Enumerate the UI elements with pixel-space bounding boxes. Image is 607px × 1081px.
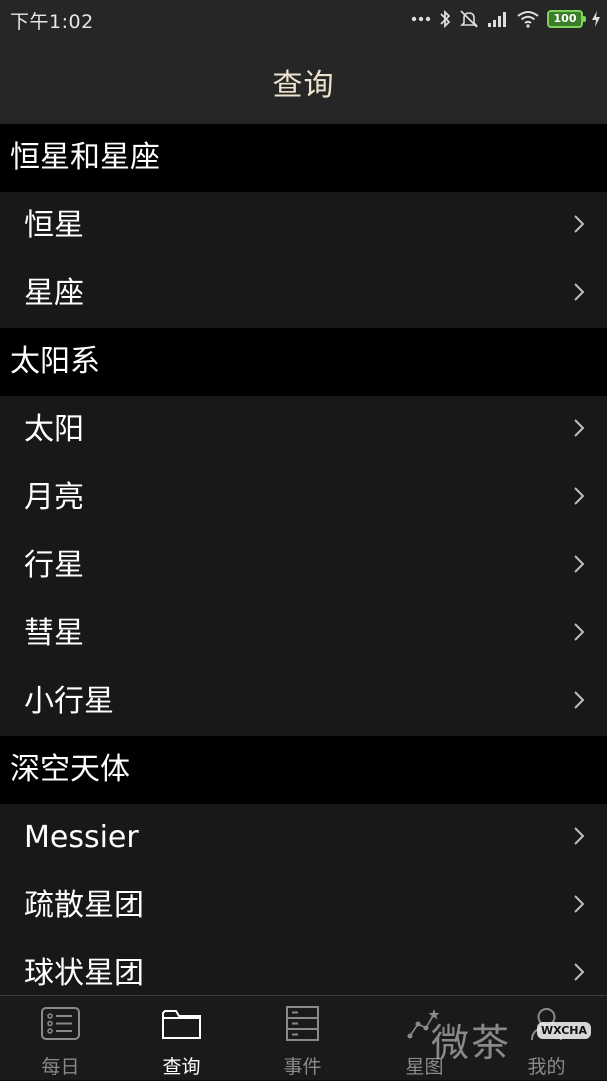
section-header-stars-constellations: 恒星和星座 [0, 124, 607, 192]
chevron-right-icon [574, 487, 585, 505]
daily-list-icon [41, 1007, 80, 1040]
list-item-label: 球状星团 [24, 956, 144, 991]
list-item-globular-clusters[interactable]: 球状星团 [0, 940, 607, 995]
tab-label: 每日 [41, 1056, 80, 1078]
chevron-right-icon [574, 895, 585, 913]
tab-query[interactable]: 查询 [121, 996, 242, 1081]
page-title: 查询 [272, 68, 335, 103]
mute-icon [460, 10, 478, 28]
bottom-tab-bar: 每日 查询 事件 星图 我的 [0, 995, 607, 1080]
chevron-right-icon [574, 555, 585, 573]
chevron-right-icon [574, 215, 585, 233]
list-item-label: 太阳 [24, 412, 84, 447]
list-item-label: 月亮 [24, 480, 84, 515]
bluetooth-icon [440, 9, 451, 29]
query-list[interactable]: 恒星和星座 恒星 星座 太阳系 太阳 月亮 行星 彗星 小行星 深空天体 Mes… [0, 124, 607, 995]
list-item-label: 恒星 [24, 208, 84, 243]
list-item-asteroids[interactable]: 小行星 [0, 668, 607, 736]
tab-star-map[interactable]: 星图 [364, 996, 485, 1081]
charging-icon [592, 11, 600, 27]
list-item-label: 疏散星团 [24, 888, 144, 923]
list-item-messier[interactable]: Messier [0, 804, 607, 872]
tab-mine[interactable]: 我的 [486, 996, 607, 1081]
list-item-comets[interactable]: 彗星 [0, 600, 607, 668]
folder-icon [162, 1010, 201, 1039]
list-item-label: 星座 [24, 276, 84, 311]
list-item-label: 行星 [24, 548, 84, 583]
profile-icon [531, 1008, 562, 1041]
list-item-stars[interactable]: 恒星 [0, 192, 607, 260]
star-map-icon [407, 1009, 440, 1039]
status-time: 下午1:02 [10, 11, 94, 33]
chevron-right-icon [574, 827, 585, 845]
tab-events[interactable]: 事件 [242, 996, 363, 1081]
list-item-planets[interactable]: 行星 [0, 532, 607, 600]
tab-daily[interactable]: 每日 [0, 996, 121, 1081]
list-item-label: 彗星 [24, 616, 84, 651]
list-item-open-clusters[interactable]: 疏散星团 [0, 872, 607, 940]
status-bar: 下午1:02 100 [0, 0, 607, 38]
status-icons: 100 [411, 8, 601, 30]
chevron-right-icon [574, 963, 585, 981]
chevron-right-icon [574, 691, 585, 709]
chevron-right-icon [574, 419, 585, 437]
battery-icon: 100 [547, 10, 586, 28]
list-item-label: Messier [24, 820, 139, 855]
chevron-right-icon [574, 623, 585, 641]
list-item-sun[interactable]: 太阳 [0, 396, 607, 464]
tab-label: 事件 [283, 1056, 322, 1078]
signal-icon [488, 12, 506, 27]
events-icon [286, 1006, 319, 1041]
list-item-constellations[interactable]: 星座 [0, 260, 607, 328]
wifi-icon [517, 11, 539, 28]
top-app-bar: 查询 [0, 38, 607, 124]
tab-label: 星图 [405, 1056, 444, 1078]
section-header-solar-system: 太阳系 [0, 328, 607, 396]
list-item-moon[interactable]: 月亮 [0, 464, 607, 532]
list-item-label: 小行星 [24, 684, 114, 719]
tab-label: 我的 [527, 1056, 566, 1078]
tab-label: 查询 [162, 1056, 201, 1078]
chevron-right-icon [574, 283, 585, 301]
section-header-deep-sky: 深空天体 [0, 736, 607, 804]
more-dots-icon [411, 16, 431, 22]
